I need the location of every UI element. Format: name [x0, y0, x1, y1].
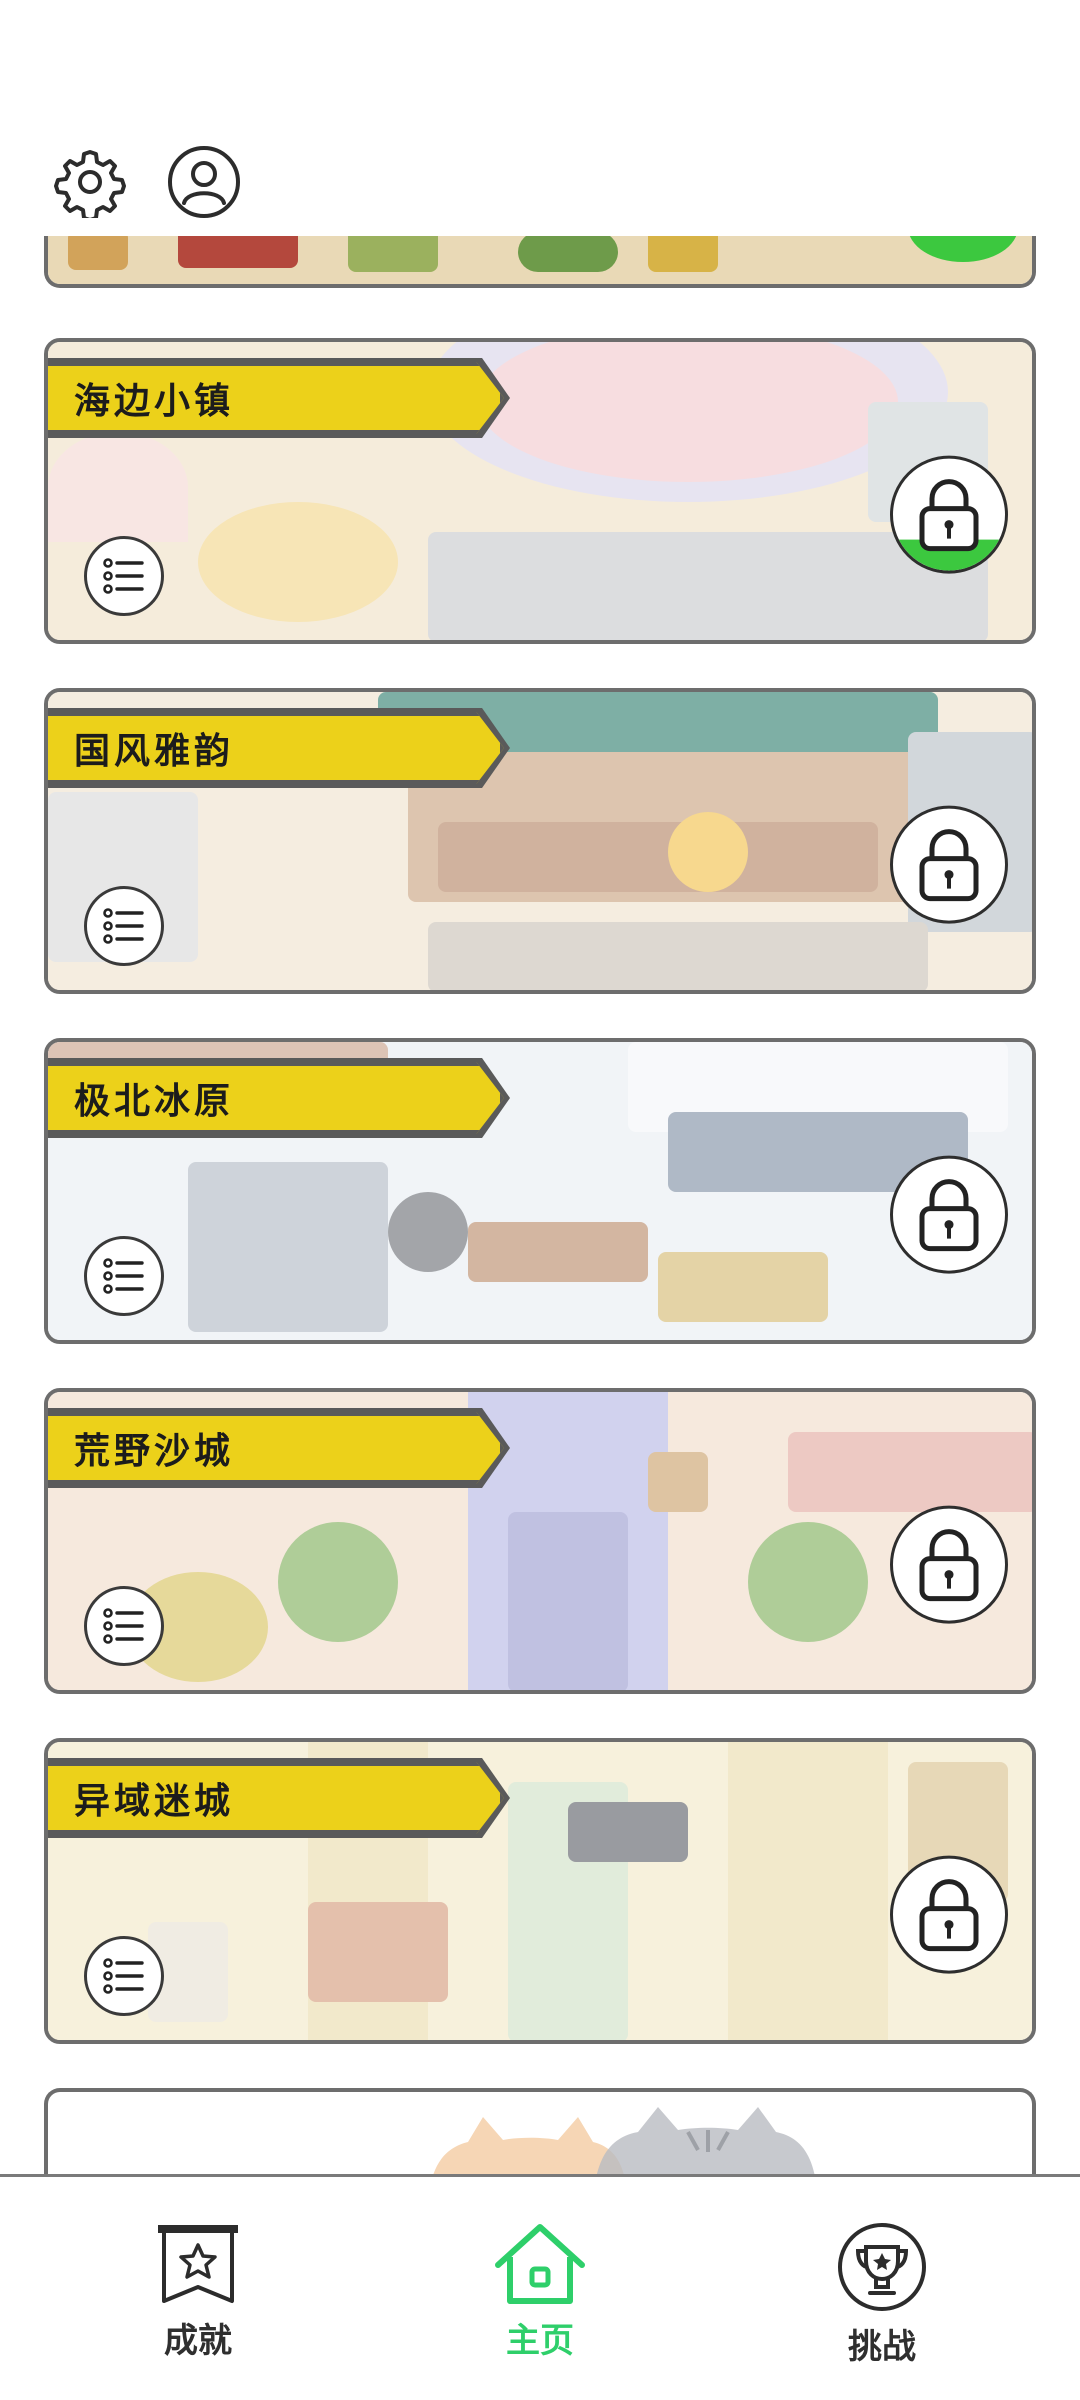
lock-icon — [919, 479, 979, 552]
level-card[interactable]: 荒野沙城 — [44, 1388, 1036, 1694]
level-card[interactable]: 海边小镇 — [44, 338, 1036, 644]
user-icon — [168, 146, 240, 218]
top-bar — [0, 0, 1080, 236]
level-title: 极北冰原 — [48, 1062, 504, 1134]
nav-achievements-label: 成就 — [164, 2321, 232, 2361]
profile-button[interactable] — [164, 142, 244, 222]
level-lock-button[interactable] — [890, 455, 1008, 574]
level-list-button[interactable] — [84, 536, 164, 616]
nav-home[interactable]: 主页 — [460, 2221, 620, 2362]
list-icon — [103, 1958, 144, 1994]
level-card-partial[interactable] — [44, 236, 1036, 288]
gear-icon — [54, 150, 126, 218]
bottom-nav: 成就 主页 挑战 — [0, 2174, 1080, 2400]
nav-home-label: 主页 — [506, 2321, 574, 2361]
level-card[interactable]: 极北冰原 — [44, 1038, 1036, 1344]
level-title: 荒野沙城 — [48, 1412, 504, 1484]
list-icon — [103, 1608, 144, 1644]
level-lock-button[interactable] — [890, 805, 1008, 924]
level-card[interactable]: 国风雅韵 — [44, 688, 1036, 994]
trophy-icon — [838, 2223, 926, 2311]
nav-challenges[interactable]: 挑战 — [802, 2221, 962, 2368]
level-lock-button[interactable] — [890, 1505, 1008, 1624]
level-lock-button[interactable] — [890, 1855, 1008, 1974]
lock-icon — [919, 829, 979, 902]
level-title: 国风雅韵 — [48, 712, 504, 784]
level-card[interactable]: 异域迷城 — [44, 1738, 1036, 2044]
level-list-button[interactable] — [84, 886, 164, 966]
level-list-button[interactable] — [84, 1586, 164, 1666]
lock-icon — [919, 1529, 979, 1602]
list-icon — [103, 908, 144, 944]
upcoming-level-card[interactable] — [44, 2088, 1036, 2174]
nav-challenges-label: 挑战 — [848, 2327, 916, 2367]
cats-illustration — [433, 2107, 815, 2174]
settings-button[interactable] — [50, 142, 130, 222]
lock-icon — [919, 1879, 979, 1952]
level-list-button[interactable] — [84, 1236, 164, 1316]
lock-icon — [919, 1179, 979, 1252]
list-icon — [103, 558, 144, 594]
level-title: 异域迷城 — [48, 1762, 504, 1834]
achievement-ribbon-icon — [158, 2225, 238, 2303]
nav-achievements[interactable]: 成就 — [118, 2221, 278, 2362]
home-icon — [495, 2224, 585, 2304]
level-lock-button[interactable] — [890, 1155, 1008, 1274]
level-list-button[interactable] — [84, 1936, 164, 2016]
level-title: 海边小镇 — [48, 362, 504, 434]
level-list[interactable]: 海边小镇 国风雅韵 极北冰原 荒野沙城 异域迷城 — [0, 236, 1080, 2174]
list-icon — [103, 1258, 144, 1294]
